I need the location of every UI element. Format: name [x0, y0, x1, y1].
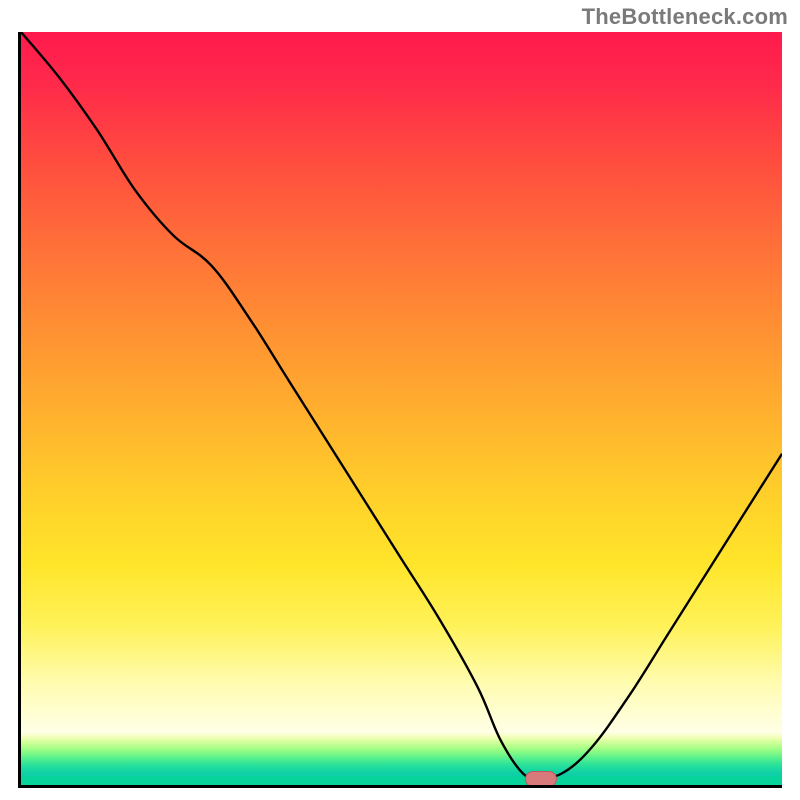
bottleneck-curve [21, 32, 782, 785]
chart-container: TheBottleneck.com [0, 0, 800, 800]
curve-path [21, 32, 782, 777]
watermark-text: TheBottleneck.com [582, 4, 788, 30]
optimal-marker [525, 771, 557, 787]
plot-area [18, 32, 782, 788]
